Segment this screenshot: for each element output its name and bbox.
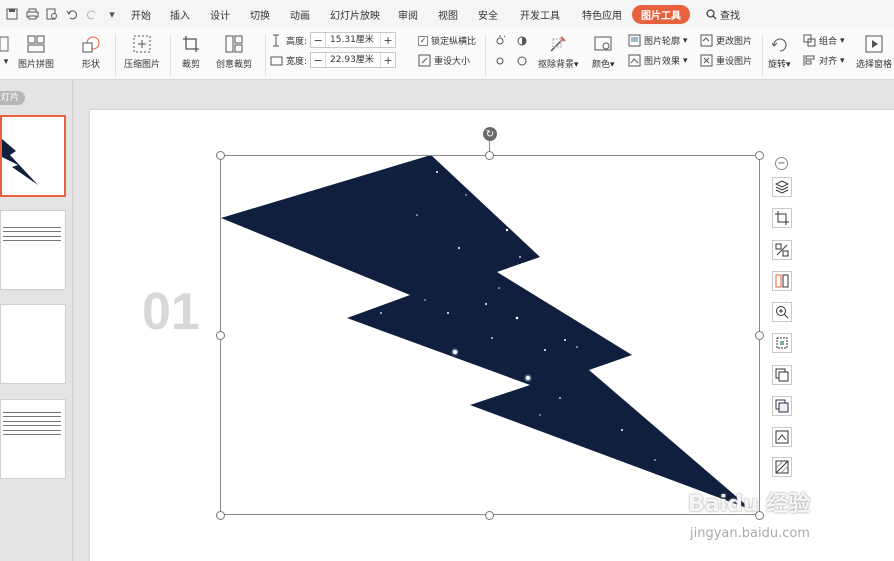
resize-handle-top[interactable] xyxy=(485,151,494,160)
resize-fit-icon[interactable] xyxy=(772,333,792,353)
transparency-icon[interactable] xyxy=(772,457,792,477)
collapse-toolbar-icon[interactable]: − xyxy=(775,157,788,170)
crop-float-icon[interactable] xyxy=(772,208,792,228)
image-replace-icon[interactable] xyxy=(772,365,792,385)
rotate-handle-icon[interactable]: ↻ xyxy=(483,127,497,141)
link-icon[interactable] xyxy=(772,240,792,260)
layers-icon[interactable] xyxy=(772,177,792,197)
split-image-icon[interactable] xyxy=(772,271,792,291)
zoom-icon[interactable] xyxy=(772,302,792,322)
resize-handle-top-left[interactable] xyxy=(216,151,225,160)
image-edit-icon[interactable] xyxy=(772,427,792,447)
resize-handle-right[interactable] xyxy=(755,331,764,340)
image-copy-icon[interactable] xyxy=(772,396,792,416)
resize-handle-top-right[interactable] xyxy=(755,151,764,160)
resize-handle-bottom-left[interactable] xyxy=(216,511,225,520)
baidu-watermark-logo: Baidu 经验 xyxy=(688,492,811,517)
resize-handle-left[interactable] xyxy=(216,331,225,340)
resize-handle-bottom[interactable] xyxy=(485,511,494,520)
selection-box xyxy=(220,155,760,515)
watermark-url: jingyan.baidu.com xyxy=(690,526,810,541)
